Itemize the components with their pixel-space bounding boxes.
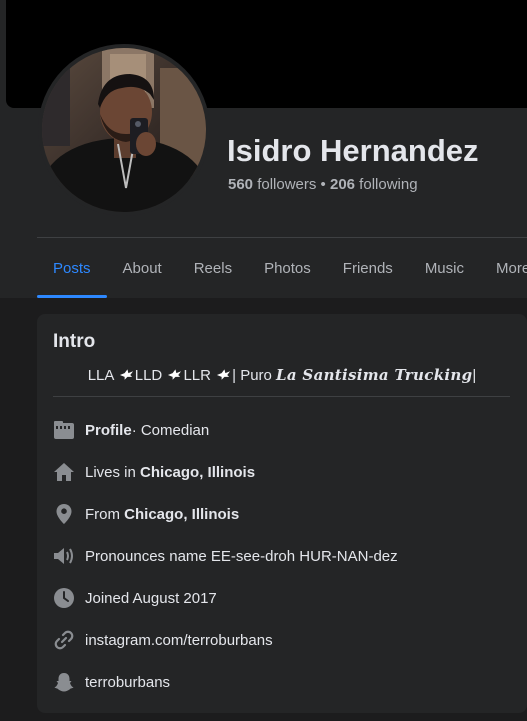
dove-icon xyxy=(119,369,133,380)
tab-more[interactable]: More xyxy=(480,238,527,298)
dove-icon xyxy=(217,369,231,380)
bio-text: LLA LLD LLR | Puro La Santisima Trucking… xyxy=(37,366,527,384)
detail-profile-category: · Comedian xyxy=(131,421,210,439)
clock-icon xyxy=(53,587,75,609)
stats-separator: • xyxy=(316,176,330,193)
bio-end: | xyxy=(472,367,477,384)
location-pin-icon xyxy=(53,503,75,525)
followers-count: 560 xyxy=(228,176,254,193)
detail-joined: Joined August 2017 xyxy=(53,586,217,610)
detail-instagram[interactable]: instagram.com/terroburbans xyxy=(53,628,273,652)
detail-snapchat[interactable]: terroburbans xyxy=(53,670,170,694)
link-icon xyxy=(53,629,75,651)
bio-part-3: LLR xyxy=(183,367,216,384)
bio-part-1: LLA xyxy=(87,367,118,384)
followers-link[interactable]: 560 followers xyxy=(228,176,316,193)
intro-title: Intro xyxy=(53,331,96,352)
detail-lives-in: Lives in Chicago, Illinois xyxy=(53,460,255,484)
profile-header: Isidro Hernandez 560 followers • 206 fol… xyxy=(0,0,527,298)
detail-from: From Chicago, Illinois xyxy=(53,502,239,526)
profile-tabs: Posts About Reels Photos Friends Music M… xyxy=(37,238,527,298)
tab-music[interactable]: Music xyxy=(409,238,480,298)
avatar[interactable] xyxy=(38,44,210,216)
avatar-image xyxy=(42,48,206,212)
detail-pronunciation: Pronounces name EE-see-droh HUR-NAN-dez xyxy=(53,544,398,568)
pronunciation-text: Pronounces name EE-see-droh HUR-NAN-dez xyxy=(85,547,398,565)
detail-profile-type: Profile · Comedian xyxy=(53,418,209,442)
briefcase-icon xyxy=(53,419,75,441)
home-icon xyxy=(53,461,75,483)
tab-reels[interactable]: Reels xyxy=(178,238,248,298)
snapchat-username[interactable]: terroburbans xyxy=(85,674,170,691)
intro-divider xyxy=(53,396,510,397)
follow-stats: 560 followers • 206 following xyxy=(228,176,418,193)
intro-card: Intro LLA LLD LLR | Puro La Santisima Tr… xyxy=(37,314,527,713)
bio-part-4: | Puro xyxy=(232,367,277,384)
joined-text: Joined August 2017 xyxy=(85,589,217,607)
bio-fancy-text: La Santisima Trucking xyxy=(276,366,473,384)
instagram-link[interactable]: instagram.com/terroburbans xyxy=(85,632,273,649)
lives-in-prefix: Lives in xyxy=(85,463,136,481)
dove-icon xyxy=(168,369,182,380)
speaker-icon[interactable] xyxy=(53,545,75,567)
tab-about[interactable]: About xyxy=(107,238,178,298)
tab-friends[interactable]: Friends xyxy=(327,238,409,298)
following-label: following xyxy=(355,176,418,193)
from-city[interactable]: Chicago, Illinois xyxy=(124,506,239,523)
from-prefix: From xyxy=(85,505,120,523)
lives-in-city[interactable]: Chicago, Illinois xyxy=(140,464,255,481)
bio-part-2: LLD xyxy=(134,367,167,384)
following-count: 206 xyxy=(329,176,356,193)
profile-name: Isidro Hernandez xyxy=(227,133,479,168)
detail-profile-label: Profile xyxy=(85,421,132,439)
followers-label: followers xyxy=(253,176,317,193)
tab-posts[interactable]: Posts xyxy=(37,238,107,298)
snapchat-icon xyxy=(53,671,75,693)
tab-photos[interactable]: Photos xyxy=(248,238,327,298)
following-link[interactable]: 206 following xyxy=(330,176,418,193)
